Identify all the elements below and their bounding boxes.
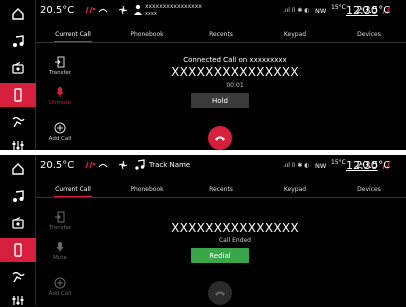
current-call-screen-active: 20.5°C xxxxxxxxxxxxxxxx xxxx .ııl ⌷ ✱ ◐ … <box>0 0 406 150</box>
music-note-icon <box>13 35 24 47</box>
media-button[interactable] <box>0 184 36 208</box>
connected-call-text: Connected Call on xxxxxxxxx <box>183 56 287 64</box>
transfer-button[interactable]: Transfer <box>40 211 80 231</box>
mute-label: Mute <box>53 255 67 261</box>
outside-temperature: 15°C <box>331 4 346 11</box>
hold-button[interactable]: Hold <box>191 93 249 108</box>
right-temperature[interactable]: 20.5°C <box>356 5 390 16</box>
radio-icon <box>12 217 24 229</box>
seat-heat-icon[interactable] <box>84 160 96 170</box>
mic-icon <box>56 242 64 252</box>
redial-label: Redial <box>209 251 231 260</box>
right-temperature[interactable]: 20.5°C <box>356 160 390 171</box>
call-timer: 00:01 <box>226 82 244 89</box>
home-button[interactable] <box>0 157 36 181</box>
settings-button[interactable] <box>0 289 36 305</box>
sidebar <box>0 155 36 305</box>
phone-device-icon <box>14 243 22 257</box>
status-bar: 20.5°C xxxxxxxxxxxxxxxx xxxx .ııl ⌷ ✱ ◐ … <box>36 0 406 22</box>
add-call-icon <box>54 122 66 134</box>
add-call-label: Add Call <box>48 136 72 142</box>
track-name: Track Name <box>149 161 191 169</box>
hang-up-icon <box>215 136 225 141</box>
contact-person-icon <box>134 4 142 15</box>
add-call-icon <box>54 277 66 289</box>
radio-button[interactable] <box>0 211 36 235</box>
transfer-button[interactable]: Transfer <box>40 56 80 76</box>
settings-button[interactable] <box>0 134 36 150</box>
compass-heading: NW <box>315 7 327 15</box>
hang-up-icon <box>215 291 225 296</box>
fan-icon[interactable] <box>118 160 128 170</box>
signal-icons: .ııl ⌷ ✱ ◐ <box>283 162 310 169</box>
call-ended-text: Call Ended <box>218 237 251 244</box>
add-call-label: Add Call <box>48 291 72 297</box>
transfer-icon <box>55 56 65 68</box>
current-call-screen-ended: 20.5°C Track Name .ııl ⌷ ✱ ◐ NW 15°C 12:… <box>0 155 406 305</box>
defrost-icon[interactable] <box>98 5 108 15</box>
redial-button[interactable]: Redial <box>191 248 249 263</box>
media-button[interactable] <box>0 29 36 53</box>
end-call-button[interactable] <box>208 126 232 150</box>
music-note-icon-status <box>135 159 145 170</box>
tab-phonebook[interactable]: Phonebook <box>110 186 184 193</box>
signal-icons: .ııl ⌷ ✱ ◐ <box>283 7 310 14</box>
seat-heat-icon[interactable] <box>84 5 96 15</box>
tab-current-call[interactable]: Current Call <box>36 31 110 38</box>
tab-devices[interactable]: Devices <box>332 31 406 38</box>
music-note-icon <box>13 190 24 202</box>
seat-fan-icon <box>12 116 25 128</box>
transfer-label: Transfer <box>48 70 72 76</box>
end-call-button-disabled <box>208 281 232 305</box>
transfer-icon <box>55 211 65 223</box>
radio-button[interactable] <box>0 56 36 80</box>
defrost-icon[interactable] <box>98 160 108 170</box>
home-icon <box>12 8 24 20</box>
fan-icon[interactable] <box>118 5 128 15</box>
add-call-button[interactable]: Add Call <box>40 122 80 142</box>
phone-button[interactable] <box>0 83 36 107</box>
unmute-label: Unmute <box>49 100 71 106</box>
unmute-button[interactable]: Unmute <box>40 86 80 106</box>
mic-muted-icon <box>56 87 64 97</box>
outside-temperature: 15°C <box>331 159 346 166</box>
left-temperature[interactable]: 20.5°C <box>40 5 74 16</box>
tab-current-call[interactable]: Current Call <box>36 186 110 193</box>
caller-number: XXXXXXXXXXXXXXX <box>171 65 299 79</box>
status-bar: 20.5°C Track Name .ııl ⌷ ✱ ◐ NW 15°C 12:… <box>36 155 406 177</box>
climate-button[interactable] <box>0 110 36 134</box>
phone-device-icon <box>14 88 22 102</box>
tab-keypad[interactable]: Keypad <box>258 31 332 38</box>
phone-button[interactable] <box>0 238 36 262</box>
compass-heading: NW <box>315 162 327 170</box>
tabs-divider <box>36 197 406 198</box>
tab-recents[interactable]: Recents <box>184 186 258 193</box>
left-temperature[interactable]: 20.5°C <box>40 160 74 171</box>
home-button[interactable] <box>0 2 36 26</box>
caller-number: XXXXXXXXXXXXXXX <box>171 221 299 235</box>
contact-name: xxxxxxxxxxxxxxxx <box>145 3 202 10</box>
sidebar <box>0 0 36 150</box>
transfer-label: Transfer <box>48 225 72 231</box>
tabs-divider <box>36 42 406 43</box>
seat-fan-icon <box>12 271 25 283</box>
mute-button[interactable]: Mute <box>40 241 80 261</box>
sliders-icon <box>12 296 24 305</box>
radio-icon <box>12 62 24 74</box>
tab-keypad[interactable]: Keypad <box>258 186 332 193</box>
tab-recents[interactable]: Recents <box>184 31 258 38</box>
sliders-icon <box>12 141 24 150</box>
add-call-button[interactable]: Add Call <box>40 277 80 297</box>
tab-devices[interactable]: Devices <box>332 186 406 193</box>
tab-phonebook[interactable]: Phonebook <box>110 31 184 38</box>
contact-subtitle: xxxx <box>145 11 157 17</box>
home-icon <box>12 163 24 175</box>
climate-button[interactable] <box>0 265 36 289</box>
hold-label: Hold <box>212 96 228 105</box>
